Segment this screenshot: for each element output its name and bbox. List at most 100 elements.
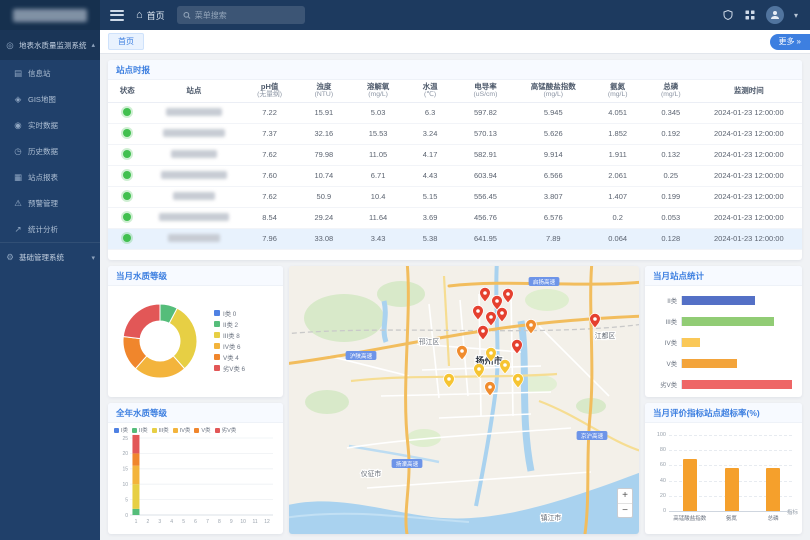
legend-item[interactable]: II类 2 [214,320,245,329]
hbar-row[interactable]: IV类 [653,338,792,347]
legend-item[interactable]: V类 4 [214,353,245,362]
station-report-header: 站点时报 [108,60,802,80]
table-cell: 5.38 [406,228,453,249]
sidebar-root-surface-water-system[interactable]: ◎ 地表水质量监测系统 ▴ [0,30,100,60]
main-area: 首页 更多 » 站点时报 状态站点pH值(无量纲)浊度(NTU)溶解氧(mg/L… [100,30,810,540]
bar[interactable] [766,468,780,511]
user-menu-caret-icon[interactable]: ▾ [794,11,798,20]
legend-item[interactable]: IV类 [173,426,191,434]
station-map-marker[interactable] [474,363,485,378]
donut-segment[interactable] [123,304,160,339]
sidebar-item-历史数据[interactable]: ◷历史数据 [0,138,100,164]
sidebar-item-信息站[interactable]: ▤信息站 [0,60,100,86]
table-row[interactable]: 7.6250.910.45.15556.453.8071.4070.199202… [108,186,802,207]
hbar-row[interactable]: V类 [653,359,792,368]
table-row[interactable]: 7.3732.1615.533.24570.135.6261.8520.1922… [108,123,802,144]
table-row[interactable]: 7.2215.915.036.3597.825.9454.0510.345202… [108,102,802,123]
table-cell: 0.2 [589,207,646,228]
svg-text:京沪高速: 京沪高速 [581,432,604,440]
sidebar-menu: ▤信息站◈GIS地图◉实时数据◷历史数据▦站点报表⚠预警管理↗统计分析 [0,60,100,242]
menu-toggle-icon[interactable] [110,7,124,23]
logo-image-redacted [13,9,87,22]
table-cell: 0.132 [646,144,696,165]
menu-search[interactable] [177,6,305,24]
stacked-bar-segment[interactable] [132,466,139,484]
sidebar-root-label: 地表水质量监测系统 [19,40,87,51]
legend-item[interactable]: I类 0 [214,309,245,318]
bar[interactable] [683,459,697,511]
breadcrumb-home[interactable]: ⌂ 首页 [134,9,177,22]
station-map-marker[interactable] [526,319,537,334]
sidebar-item-统计分析[interactable]: ↗统计分析 [0,216,100,242]
legend-item[interactable]: 劣V类 6 [214,364,245,373]
legend-item[interactable]: II类 [132,426,148,434]
stacked-bar-segment[interactable] [132,453,139,465]
menu-item-label: 统计分析 [28,224,58,235]
station-map-marker[interactable] [486,311,497,326]
user-avatar[interactable] [766,6,784,24]
exceed-rate-title: 当月评价指标站点超标率(%) [653,407,760,419]
station-map-marker[interactable] [478,325,489,340]
legend-label: II类 2 [223,320,238,329]
stacked-bar-segment[interactable] [132,435,139,453]
hbar-fill [682,338,700,347]
table-cell: 3.24 [406,123,453,144]
station-map-marker[interactable] [485,381,496,396]
table-row[interactable]: 7.6279.9811.054.17582.919.9141.9110.1322… [108,144,802,165]
map-overlay: 沪陕高速京沪高速启扬高速扬溧高速扬州市邗江区江都区仪征市镇江市 [289,266,639,534]
station-map-marker[interactable] [473,305,484,320]
legend-item[interactable]: IV类 6 [214,342,245,351]
hbar-row[interactable]: II类 [653,296,792,305]
menu-item-icon: ◈ [13,94,23,105]
hbar-fill [682,296,755,305]
station-report-panel: 站点时报 状态站点pH值(无量纲)浊度(NTU)溶解氧(mg/L)水温(℃)电导… [108,60,802,260]
tab-home[interactable]: 首页 [108,33,144,50]
road-label: 京沪高速 [577,431,608,440]
legend-swatch [214,321,220,327]
station-name-blurred [168,234,220,242]
station-map-marker[interactable] [590,313,601,328]
station-map-marker[interactable] [444,373,455,388]
sidebar-item-站点报表[interactable]: ▦站点报表 [0,164,100,190]
legend-item[interactable]: III类 [152,426,169,434]
station-map-marker[interactable] [500,359,511,374]
search-input[interactable] [195,11,299,20]
sidebar-item-实时数据[interactable]: ◉实时数据 [0,112,100,138]
apps-grid-icon[interactable] [744,9,756,21]
station-map-marker[interactable] [480,287,491,302]
shield-icon[interactable] [722,9,734,21]
table-cell: 3.807 [517,186,589,207]
sidebar-item-预警管理[interactable]: ⚠预警管理 [0,190,100,216]
hbar-track [681,338,792,347]
stacked-bar-segment[interactable] [132,509,139,515]
table-row[interactable]: 8.5429.2411.643.69456.766.5760.20.053202… [108,207,802,228]
legend-item[interactable]: 劣V类 [215,426,237,434]
station-map-marker[interactable] [513,373,524,388]
zoom-out-button[interactable]: − [618,503,632,517]
table-cell: 1.852 [589,123,646,144]
sidebar-root-base-management[interactable]: ⚙ 基础管理系统 ▾ [0,242,100,272]
table-cell: 8.54 [241,207,298,228]
hbar-row[interactable]: III类 [653,317,792,326]
zoom-in-button[interactable]: + [618,489,632,503]
hbar-row[interactable]: 劣V类 [653,380,792,389]
table-cell: 5.15 [406,186,453,207]
more-button[interactable]: 更多 » [770,34,810,50]
table-row[interactable]: 7.6010.746.714.43603.946.5662.0610.25202… [108,165,802,186]
station-map-marker[interactable] [497,307,508,322]
sidebar-item-GIS地图[interactable]: ◈GIS地图 [0,86,100,112]
stacked-bar-segment[interactable] [132,484,139,509]
bar[interactable] [725,468,739,511]
station-map-marker[interactable] [503,288,514,303]
map-place-label: 镇江市 [541,513,562,522]
topbar-actions: ▾ [722,6,810,24]
station-map-marker[interactable] [457,345,468,360]
legend-item[interactable]: V类 [194,426,210,434]
station-map-marker[interactable] [512,339,523,354]
left-column: 当月水质等级 I类 0II类 2III类 8IV类 6V类 4劣V类 6 全年水… [108,266,283,534]
column-header: 氨氮(mg/L) [589,80,646,102]
legend-item[interactable]: I类 [114,426,128,434]
table-row[interactable]: 7.9633.083.435.38641.957.890.0640.128202… [108,228,802,249]
svg-text:9: 9 [230,519,233,525]
legend-item[interactable]: III类 8 [214,331,245,340]
